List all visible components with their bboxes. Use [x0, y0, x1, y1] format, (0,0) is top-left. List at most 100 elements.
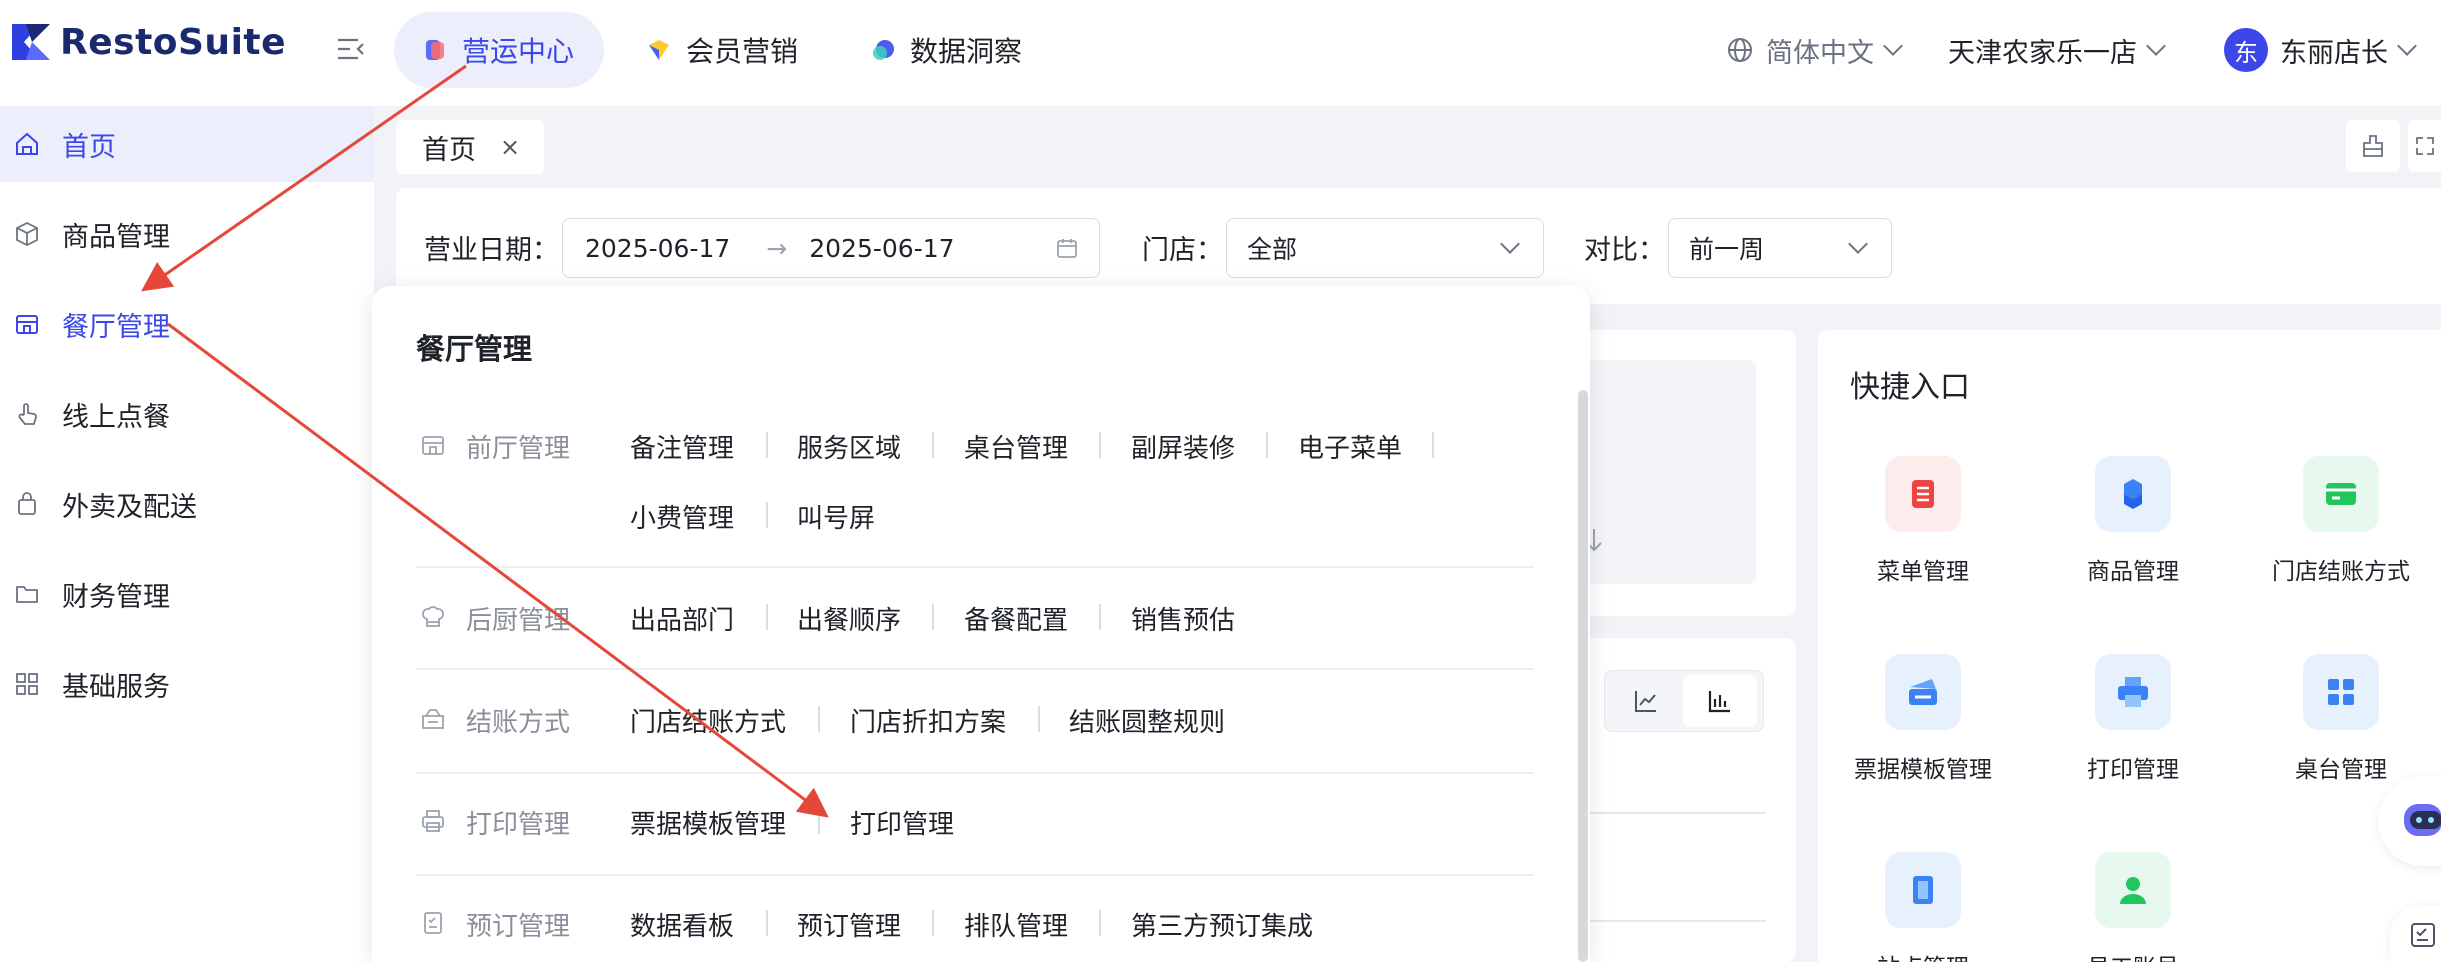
quick-entry-title: 快捷入口: [1850, 370, 1970, 405]
collapse-menu-icon[interactable]: [336, 34, 366, 64]
quick-item-products[interactable]: 商品管理: [2028, 456, 2238, 586]
group-label-reservations: 预订管理: [466, 912, 571, 942]
menu-item-call-screen[interactable]: 叫号屏: [797, 498, 875, 535]
operations-icon: [426, 40, 444, 60]
storefront-icon: [422, 436, 444, 455]
top-header: RestoSuite 营运中心 会员营销 数据洞察 简体中文 天津农家乐一店 东…: [0, 0, 2441, 106]
divider: [932, 432, 934, 458]
language-selector[interactable]: 简体中文: [1726, 26, 1903, 74]
chevron-down-icon: [2146, 36, 2166, 56]
menu-item-serving-order[interactable]: 出餐顺序: [797, 600, 901, 637]
group-label-front-hall: 前厅管理: [466, 434, 571, 464]
menu-item-sales-forecast[interactable]: 销售预估: [1131, 600, 1235, 637]
date-start[interactable]: 2025-06-17: [585, 234, 730, 263]
menu-item-reservations[interactable]: 预订管理: [797, 906, 901, 943]
menu-item-receipt-templates[interactable]: 票据模板管理: [630, 804, 786, 841]
divider: [1099, 910, 1101, 936]
group-divider: [416, 772, 1534, 774]
line-chart-icon: [1635, 691, 1656, 712]
calendar-icon: [1057, 239, 1077, 258]
group-label-checkout: 结账方式: [466, 708, 571, 738]
user-menu[interactable]: 东 东丽店长: [2224, 26, 2417, 74]
quick-item-checkout-methods[interactable]: 门店结账方式: [2236, 456, 2441, 586]
date-end[interactable]: 2025-06-17: [809, 234, 954, 263]
user-icon: [2095, 852, 2171, 928]
folder-icon: [16, 586, 38, 603]
chevron-down-icon: [2397, 36, 2417, 56]
divider: [766, 604, 768, 630]
checklist-icon: [2411, 923, 2435, 947]
line-chart-button[interactable]: [1609, 675, 1683, 727]
bar-chart-button[interactable]: [1683, 675, 1757, 727]
sidebar-item-products[interactable]: 商品管理: [0, 196, 374, 272]
clear-tabs-button[interactable]: [2346, 120, 2400, 172]
menu-item-remarks[interactable]: 备注管理: [630, 428, 734, 465]
menu-item-tables[interactable]: 桌台管理: [964, 428, 1068, 465]
ticket-icon: [1885, 654, 1961, 730]
close-icon[interactable]: ×: [500, 133, 520, 161]
chevron-down-icon: [1500, 234, 1520, 254]
menu-scrollbar[interactable]: [1578, 390, 1588, 962]
menu-item-rounding-rules[interactable]: 结账圆整规则: [1069, 702, 1225, 739]
menu-item-discount-plans[interactable]: 门店折扣方案: [850, 702, 1006, 739]
restosuite-logo-icon: [12, 24, 50, 60]
menu-item-tips[interactable]: 小费管理: [630, 498, 734, 535]
checklist-button[interactable]: [2390, 906, 2441, 962]
home-icon: [16, 132, 38, 155]
menu-item-store-checkout-methods[interactable]: 门店结账方式: [630, 702, 786, 739]
bar-chart-icon: [1708, 691, 1730, 713]
cube-icon: [16, 221, 38, 247]
menu-panel-title: 餐厅管理: [416, 332, 533, 366]
tab-operations-center[interactable]: 营运中心: [394, 12, 605, 88]
menu-item-output-dept[interactable]: 出品部门: [630, 600, 734, 637]
quick-item-staff-accounts[interactable]: 员工账号: [2028, 852, 2238, 962]
tab-data-insights[interactable]: 数据洞察: [842, 12, 1052, 88]
divider: [932, 910, 934, 936]
insights-icon: [873, 40, 894, 60]
sidebar-item-restaurant[interactable]: 餐厅管理: [0, 286, 374, 362]
divider: [766, 432, 768, 458]
quick-item-receipt-templates[interactable]: 票据模板管理: [1818, 654, 2028, 784]
quick-item-menu[interactable]: 菜单管理: [1818, 456, 2028, 586]
quick-item-sites[interactable]: 站点管理: [1818, 852, 2028, 962]
sidebar-item-home[interactable]: 首页: [0, 106, 374, 182]
menu-list-icon: [1885, 456, 1961, 532]
date-range-picker[interactable]: 2025-06-17 → 2025-06-17: [562, 218, 1100, 278]
menu-item-print-management[interactable]: 打印管理: [850, 804, 954, 841]
compare-select[interactable]: 前一周: [1668, 218, 1892, 278]
page-tab-home[interactable]: 首页 ×: [396, 120, 544, 174]
payment-tray-icon: [422, 709, 444, 729]
chart-type-toggle: [1604, 670, 1764, 732]
grid-tiles-icon: [2303, 654, 2379, 730]
fullscreen-button[interactable]: [2408, 120, 2441, 172]
marketing-icon: [649, 40, 669, 60]
sidebar-item-finance[interactable]: 财务管理: [0, 556, 374, 632]
sidebar-item-basic-service[interactable]: 基础服务: [0, 646, 374, 722]
tab-member-marketing[interactable]: 会员营销: [618, 12, 828, 88]
door-icon: [1885, 852, 1961, 928]
menu-item-e-menu[interactable]: 电子菜单: [1298, 428, 1402, 465]
group-label-kitchen: 后厨管理: [466, 606, 571, 636]
quick-item-print-management[interactable]: 打印管理: [2028, 654, 2238, 784]
store-icon: [16, 315, 38, 334]
divider: [766, 502, 768, 528]
quick-item-table-management[interactable]: 桌台管理: [2236, 654, 2441, 784]
sidebar-item-delivery[interactable]: 外卖及配送: [0, 466, 374, 542]
tap-icon: [18, 403, 37, 425]
menu-item-queue[interactable]: 排队管理: [964, 906, 1068, 943]
group-divider: [416, 668, 1534, 670]
menu-item-third-party-booking[interactable]: 第三方预订集成: [1131, 906, 1313, 943]
chevron-down-icon: [1883, 36, 1903, 56]
chef-hat-icon: [422, 606, 444, 627]
brand-logo[interactable]: RestoSuite: [10, 18, 286, 66]
brand-name: RestoSuite: [60, 21, 287, 63]
menu-item-service-area[interactable]: 服务区域: [797, 428, 901, 465]
store-select[interactable]: 全部: [1226, 218, 1544, 278]
store-selector[interactable]: 天津农家乐一店: [1948, 26, 2166, 74]
date-label: 营业日期：: [424, 235, 559, 266]
menu-item-prep-config[interactable]: 备餐配置: [964, 600, 1068, 637]
menu-item-second-screen[interactable]: 副屏装修: [1131, 428, 1235, 465]
menu-item-dashboard[interactable]: 数据看板: [630, 906, 734, 943]
globe-icon: [1728, 38, 1752, 62]
sidebar-item-online-order[interactable]: 线上点餐: [0, 376, 374, 452]
